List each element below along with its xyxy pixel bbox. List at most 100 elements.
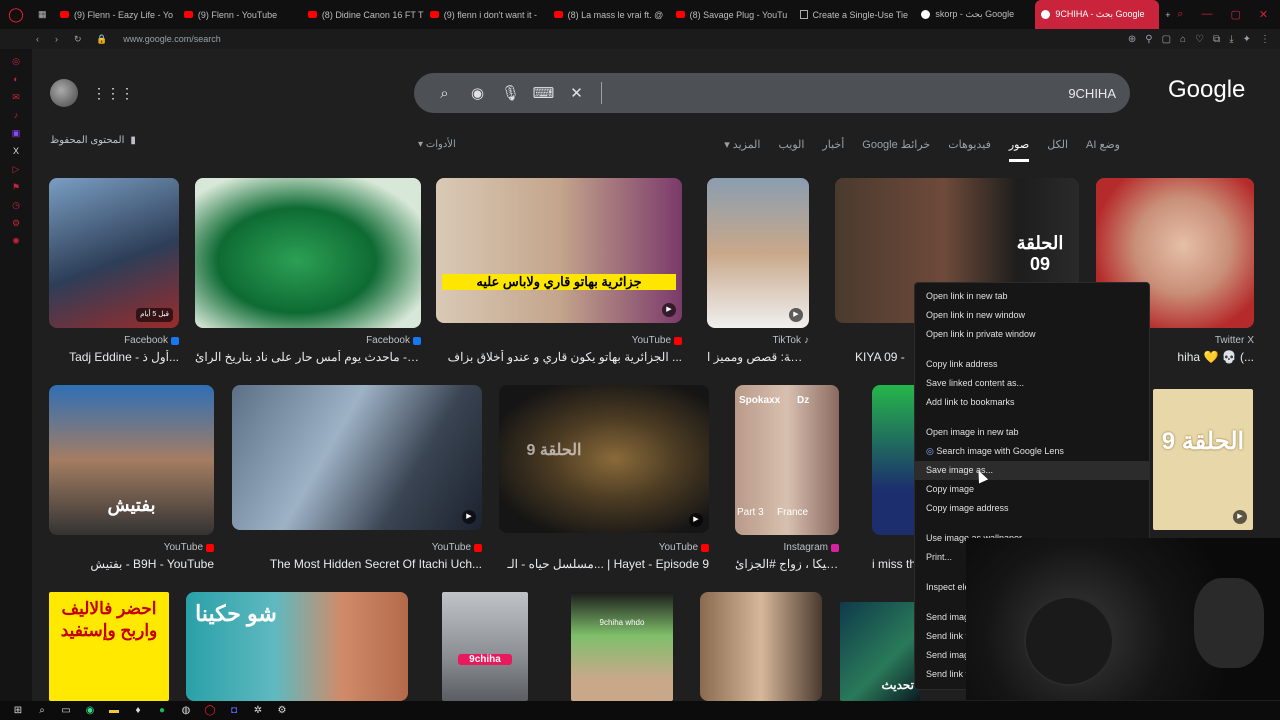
result-title[interactable]: مسلسل حياه - الـ... | Hayet - Episode 9 — [499, 557, 709, 571]
tab-videos[interactable]: فيديوهات — [948, 138, 991, 162]
pin-icon[interactable]: ⚲ — [1145, 34, 1152, 45]
sidebar-settings-icon[interactable]: ✺ — [10, 235, 22, 247]
tab-6[interactable]: Create a Single-Use Tie — [794, 0, 916, 29]
result-title[interactable]: الجزائرية بهاتو يكون قاري و عندو أخلاق ب… — [436, 350, 682, 364]
result-title[interactable]: سبيكا ، زواج #الجزائ... — [735, 557, 839, 571]
close-icon[interactable]: ✕ — [1259, 8, 1268, 21]
result-image[interactable]: الحلقة 9 ▶ — [1153, 389, 1253, 530]
opera-icon[interactable]: ◯ — [202, 705, 218, 716]
file-explorer-icon[interactable]: ▬ — [106, 705, 122, 716]
minimize-icon[interactable]: — — [1201, 8, 1212, 21]
reload-icon[interactable]: ↻ — [74, 34, 82, 45]
search-input[interactable] — [610, 85, 1116, 101]
saved-content-link[interactable]: المحتوى المحفوظ ▮ — [50, 135, 136, 146]
maximize-icon[interactable]: ▢ — [1230, 8, 1240, 21]
download-icon[interactable]: ⤓ — [1229, 34, 1233, 45]
tab-more[interactable]: المزيد ▾ — [724, 138, 760, 162]
tools-button[interactable]: ▾ الأدوات — [418, 139, 456, 150]
cart-icon[interactable]: ⌂ — [1180, 34, 1186, 45]
tab-0[interactable]: (9) Flenn - Eazy Life - Yo — [54, 0, 178, 29]
microphone-icon[interactable]: ♦ — [130, 705, 146, 716]
result-title[interactable]: قشيحة: قصص ومميز ا... — [707, 350, 809, 364]
spotify-icon[interactable]: ● — [154, 705, 170, 716]
heart-icon[interactable]: ♡ — [1195, 34, 1204, 45]
image-result[interactable]: ▶ YouTube The Most Hidden Secret Of Itac… — [232, 385, 482, 575]
search-icon[interactable]: ⌕ — [34, 705, 50, 716]
discord-icon[interactable]: ◘ — [226, 705, 242, 716]
chatgpt-icon[interactable]: ✲ — [250, 705, 266, 716]
result-title[interactable]: بفتيش - B9H - YouTube — [49, 557, 214, 571]
forward-icon[interactable]: › — [55, 34, 58, 45]
menu-item-search-google-lens[interactable]: ◎ Search image with Google Lens — [915, 442, 1149, 461]
menu-item-open-link-new-window[interactable]: Open link in new window — [915, 306, 1149, 325]
image-result[interactable]: Spokaxx Dz Part 3 France Instagram سبيكا… — [735, 385, 839, 575]
result-image[interactable]: 9chiha — [442, 592, 528, 701]
result-title[interactable]: The Most Hidden Secret Of Itachi Uch... — [232, 557, 482, 571]
result-image[interactable]: الحلقة 9 ▶ — [499, 385, 709, 533]
result-image[interactable]: بفتيش — [49, 385, 214, 535]
search-icon[interactable]: ⌕ — [428, 85, 461, 102]
tab-all[interactable]: الكل — [1047, 138, 1068, 162]
result-image[interactable]: ▶ — [232, 385, 482, 530]
tab-images[interactable]: صور — [1008, 138, 1030, 162]
result-image[interactable] — [195, 178, 421, 328]
extensions-icon[interactable]: ⧉ — [1213, 34, 1220, 45]
menu-item-open-link-new-tab[interactable]: Open link in new tab — [915, 287, 1149, 306]
image-result[interactable]: Facebook معا - ماحدث يوم أمس حار على ناد… — [195, 178, 421, 368]
mic-icon[interactable]: 🎙 — [494, 84, 527, 102]
sidebar-history-icon[interactable]: ◷ — [10, 199, 22, 211]
image-result[interactable]: احضر فالاليف واربح وإستفيد — [49, 592, 169, 701]
result-image[interactable]: Spokaxx Dz Part 3 France — [735, 385, 839, 535]
result-image[interactable]: قبل 5 أيام — [49, 178, 179, 328]
menu-item-open-image-new-tab[interactable]: Open image in new tab — [915, 423, 1149, 442]
tab-news[interactable]: أخبار — [822, 138, 844, 162]
sidebar-messenger-icon[interactable]: ✉ — [10, 91, 22, 103]
lens-icon[interactable]: ◉ — [461, 84, 494, 102]
sidebar-extensions-icon[interactable]: ⚙ — [10, 217, 22, 229]
result-image[interactable]: احضر فالاليف واربح وإستفيد — [49, 592, 169, 701]
tab-1[interactable]: (9) Flenn - YouTube — [178, 0, 302, 29]
menu-item-copy-image-address[interactable]: Copy image address — [915, 499, 1149, 518]
image-result[interactable]: الحلقة 9 ▶ YouTube مسلسل حياه - الـ... |… — [499, 385, 709, 575]
app-icon[interactable]: ⚙ — [274, 705, 290, 716]
menu-item-save-image-as[interactable]: Save image as... — [915, 461, 1149, 480]
tab-2[interactable]: (8) Didine Canon 16 FT T — [302, 0, 424, 29]
tab-7[interactable]: skorp - بحث Google — [915, 0, 1035, 29]
url-field[interactable]: www.google.com/search — [123, 34, 221, 44]
result-image[interactable]: تحديث — [840, 602, 920, 701]
tab-3[interactable]: (9) flenn i don't want it - — [424, 0, 548, 29]
tab-ai-mode[interactable]: وضع AI — [1086, 138, 1120, 162]
menu-item-save-linked-content[interactable]: Save linked content as... — [915, 374, 1149, 393]
opera-logo-icon[interactable]: ◯ — [0, 6, 32, 23]
sidebar-gaming-icon[interactable]: ◐ — [10, 73, 22, 85]
tab-icon-grid[interactable]: ▦ — [32, 0, 54, 29]
image-result[interactable]: 9chiha — [442, 592, 528, 701]
menu-item-copy-link-address[interactable]: Copy link address — [915, 355, 1149, 374]
image-result[interactable]: قبل 5 أيام Facebook Tadj Eddine - أول ذ.… — [49, 178, 179, 368]
image-result[interactable]: تحديث — [840, 602, 920, 701]
tab-4[interactable]: (8) La mass le vrai ft. @ — [548, 0, 670, 29]
image-result[interactable]: بفتيش YouTube بفتيش - B9H - YouTube — [49, 385, 214, 575]
sidebar-twitch-icon[interactable]: ▣ — [10, 127, 22, 139]
result-image[interactable]: شو حكينا — [186, 592, 408, 701]
app-icon[interactable]: ◉ — [82, 705, 98, 716]
image-result[interactable]: الحلقة 9 ▶ — [1153, 389, 1253, 534]
clear-icon[interactable]: ✕ — [560, 84, 593, 102]
image-result[interactable] — [700, 592, 822, 701]
result-image[interactable]: ▶ — [707, 178, 809, 328]
tab-5[interactable]: (8) Savage Plug - YouTu — [670, 0, 794, 29]
tab-active[interactable]: 9CHIHA - بحث Google — [1035, 0, 1160, 29]
back-icon[interactable]: ‹ — [36, 34, 39, 45]
result-image[interactable] — [700, 592, 822, 701]
result-title[interactable]: معا - ماحدث يوم أمس حار على ناد بتاريخ ا… — [195, 350, 421, 364]
windows-start-icon[interactable]: ⊞ — [10, 705, 26, 716]
google-logo[interactable]: Google — [1168, 76, 1245, 104]
result-image[interactable]: جزائرية بهاتو قاري ولاباس عليه ▶ — [436, 178, 682, 323]
sidebar-opera-icon[interactable]: ◎ — [10, 55, 22, 67]
menu-icon[interactable]: ⋮ — [1260, 34, 1270, 45]
image-result[interactable]: ▶ TikTok♪ قشيحة: قصص ومميز ا... — [707, 178, 809, 368]
snapshot-icon[interactable]: ▢ — [1162, 34, 1171, 45]
sidebar-x-icon[interactable]: X — [10, 145, 22, 157]
tab-web[interactable]: الويب — [778, 138, 804, 162]
menu-item-open-link-private-window[interactable]: Open link in private window — [915, 325, 1149, 344]
